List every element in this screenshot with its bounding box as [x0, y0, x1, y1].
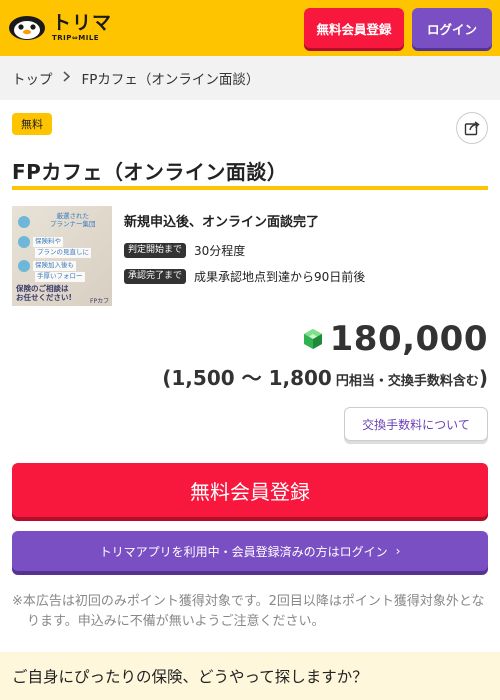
free-badge: 無料 [12, 113, 52, 135]
exchange-fee-button[interactable]: 交換手数料について [344, 407, 488, 441]
breadcrumb-home-link[interactable]: トップ [12, 68, 53, 88]
condition-row: 承認完了まで 成果承認地点到達から90日前後 [124, 268, 365, 285]
share-button[interactable] [456, 112, 488, 144]
login-button[interactable]: トリマアプリを利用中・会員登録済みの方はログイン › [12, 531, 488, 571]
chevron-right-icon: › [395, 544, 401, 558]
yen-suffix: 円相当・交換手数料含む [335, 374, 479, 389]
condition-value: 30分程度 [194, 244, 246, 258]
condition-tag: 判定開始まで [124, 243, 187, 258]
gem-icon [303, 329, 322, 349]
thumbnail-tag-row: 保険加入後も [18, 260, 76, 272]
header: トリマ TRIP⇔MILE 無料会員登録 ログイン [0, 0, 500, 56]
header-register-button[interactable]: 無料会員登録 [304, 8, 404, 48]
thumbnail-tag-row: 手厚いフォロー [35, 272, 85, 282]
points-display: 180,000 [302, 322, 488, 356]
breadcrumb: トップ FPカフェ（オンライン面談） [0, 56, 500, 100]
condition-value: 成果承認地点到達から90日前後 [194, 270, 366, 284]
logo-subtitle: TRIP⇔MILE [52, 34, 100, 42]
thumbnail-brand: FPカフェ [90, 298, 110, 305]
bottom-banner: ご自身にぴったりの保険、どうやって探しますか？ [0, 652, 500, 700]
logo[interactable]: トリマ TRIP⇔MILE [8, 12, 112, 44]
notice-text: ※本広告は初回のみポイント獲得対象です。2回目以降はポイント獲得対象外となります… [12, 594, 485, 630]
chevron-right-icon [62, 70, 70, 86]
offer-thumbnail: 厳選された プランナー集団 保険料や プランの見直しに 保険加入後も 手厚いフォ… [12, 206, 112, 306]
offer-title: FPカフェ（オンライン面談） [12, 160, 288, 184]
points-value: 180,000 [329, 319, 488, 359]
login-button-label: トリマアプリを利用中・会員登録済みの方はログイン [99, 544, 388, 559]
breadcrumb-current: FPカフェ（オンライン面談） [81, 72, 260, 88]
thumbnail-tag-row: 保険料や [18, 236, 63, 248]
thumbnail-check-icon [18, 216, 30, 228]
thumbnail-tag-row: プランの見直しに [35, 248, 91, 258]
header-login-button[interactable]: ログイン [412, 8, 492, 48]
condition-row: 判定開始まで 30分程度 [124, 242, 245, 259]
yen-range: 1,500 〜 1,800 [171, 366, 332, 390]
yen-equivalent: ( 1,500 〜 1,800 円相当・交換手数料含む ) [162, 362, 488, 391]
register-button[interactable]: 無料会員登録 [12, 463, 488, 517]
logo-wordmark: トリマ [52, 12, 113, 34]
share-icon [464, 121, 480, 136]
condition-text: 新規申込後、オンライン面談完了 [124, 215, 320, 230]
thumbnail-caption: 保険のご相談は お任せください! [16, 284, 72, 303]
penguin-logo-icon [9, 16, 45, 40]
thumbnail-heading: 厳選された プランナー集団 [50, 212, 96, 229]
title-underline [12, 186, 488, 190]
condition-tag: 承認完了まで [124, 269, 187, 284]
